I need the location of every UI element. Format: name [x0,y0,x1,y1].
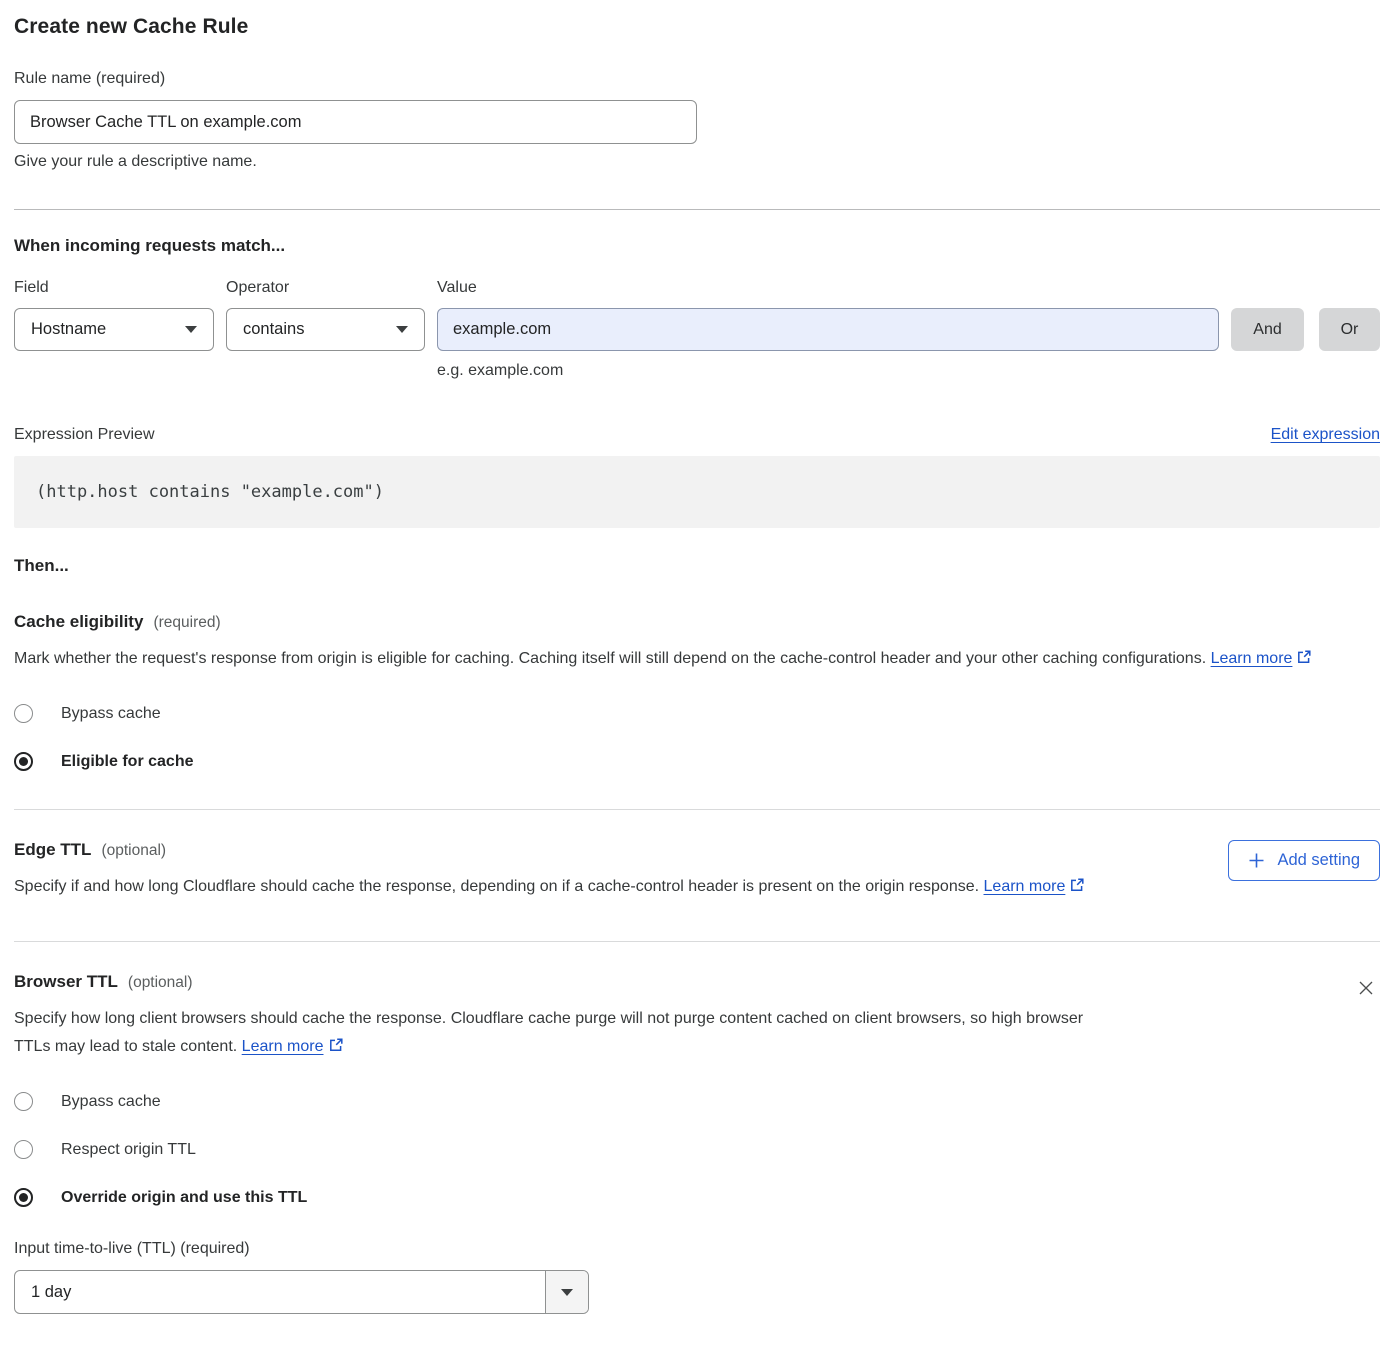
plus-icon [1248,852,1265,869]
radio-option-browser-bypass-cache[interactable]: Bypass cache [14,1092,1380,1111]
close-button[interactable] [1352,974,1380,1002]
radio-option-eligible-for-cache[interactable]: Eligible for cache [14,752,1380,771]
chevron-down-icon [561,1289,573,1296]
field-label: Field [14,279,226,297]
radio-button-unselected[interactable] [14,1092,33,1111]
radio-button-selected[interactable] [14,752,33,771]
edge-ttl-description: Specify if and how long Cloudflare shoul… [14,873,1085,903]
add-setting-button[interactable]: Add setting [1228,840,1380,881]
learn-more-link[interactable]: Learn more [1211,650,1293,667]
browser-ttl-header-row: Browser TTL (optional) Specify how long … [14,972,1380,1063]
divider [14,209,1380,210]
radio-label: Eligible for cache [61,753,193,771]
create-cache-rule-form: Create new Cache Rule Rule name (require… [0,0,1400,1314]
match-column-labels: Field Operator Value [14,279,1380,297]
edit-expression-link[interactable]: Edit expression [1271,426,1380,444]
edge-ttl-header-row: Edge TTL (optional) Specify if and how l… [14,840,1380,903]
browser-ttl-heading-group: Browser TTL (optional) Specify how long … [14,972,1104,1063]
learn-more-link[interactable]: Learn more [984,878,1066,895]
chevron-down-icon [185,326,197,333]
edge-ttl-heading-row: Edge TTL (optional) [14,840,1085,860]
page-title: Create new Cache Rule [14,15,1380,39]
radio-option-override-origin-ttl[interactable]: Override origin and use this TTL [14,1188,1380,1207]
radio-label: Bypass cache [61,1093,161,1111]
edge-ttl-heading-group: Edge TTL (optional) Specify if and how l… [14,840,1085,903]
browser-ttl-heading: Browser TTL [14,972,118,992]
then-heading: Then... [14,556,1380,576]
radio-button-unselected[interactable] [14,1140,33,1159]
external-link-icon [1296,647,1312,675]
add-setting-label: Add setting [1277,851,1360,870]
browser-ttl-description-text: Specify how long client browsers should … [14,1010,1083,1055]
and-button[interactable]: And [1231,308,1304,351]
expression-code-block: (http.host contains "example.com") [14,456,1380,528]
cache-eligibility-heading: Cache eligibility [14,612,143,632]
radio-button-unselected[interactable] [14,704,33,723]
operator-select-value: contains [243,320,304,339]
radio-option-bypass-cache[interactable]: Bypass cache [14,704,1380,723]
radio-label: Respect origin TTL [61,1141,196,1159]
browser-ttl-qualifier: (optional) [128,974,193,992]
field-select[interactable]: Hostname [14,308,214,351]
expression-preview-label: Expression Preview [14,426,155,444]
rule-name-label: Rule name (required) [14,70,1380,88]
rule-name-input[interactable] [14,100,697,144]
cache-eligibility-heading-row: Cache eligibility (required) [14,612,1380,632]
or-button[interactable]: Or [1319,308,1380,351]
edge-ttl-qualifier: (optional) [101,842,166,860]
cache-eligibility-qualifier: (required) [153,614,220,632]
divider [14,809,1380,810]
match-section-heading: When incoming requests match... [14,236,1380,256]
browser-ttl-description: Specify how long client browsers should … [14,1005,1104,1063]
external-link-icon [328,1035,344,1063]
divider [14,941,1380,942]
radio-option-respect-origin-ttl[interactable]: Respect origin TTL [14,1140,1380,1159]
match-condition-row: Hostname contains And Or [14,308,1380,351]
radio-button-selected[interactable] [14,1188,33,1207]
cache-eligibility-description: Mark whether the request's response from… [14,645,1359,675]
radio-label: Bypass cache [61,705,161,723]
edge-ttl-description-text: Specify if and how long Cloudflare shoul… [14,878,984,895]
ttl-select-value: 1 day [15,1271,545,1313]
operator-label: Operator [226,279,437,297]
value-label: Value [437,279,477,297]
edge-ttl-heading: Edge TTL [14,840,91,860]
ttl-select-arrow-button[interactable] [545,1271,588,1313]
field-select-value: Hostname [31,320,106,339]
rule-name-help: Give your rule a descriptive name. [14,153,1380,171]
expression-code: (http.host contains "example.com") [36,482,384,502]
radio-label: Override origin and use this TTL [61,1189,307,1207]
close-icon [1356,986,1376,1001]
external-link-icon [1069,875,1085,903]
expression-preview-row: Expression Preview Edit expression [14,426,1380,444]
chevron-down-icon [396,326,408,333]
ttl-input-label: Input time-to-live (TTL) (required) [14,1240,1380,1258]
value-help: e.g. example.com [437,362,1380,380]
value-input[interactable] [437,308,1219,351]
learn-more-link[interactable]: Learn more [242,1038,324,1055]
browser-ttl-heading-row: Browser TTL (optional) [14,972,1104,992]
operator-select[interactable]: contains [226,308,425,351]
ttl-select[interactable]: 1 day [14,1270,589,1314]
cache-eligibility-description-text: Mark whether the request's response from… [14,650,1211,667]
